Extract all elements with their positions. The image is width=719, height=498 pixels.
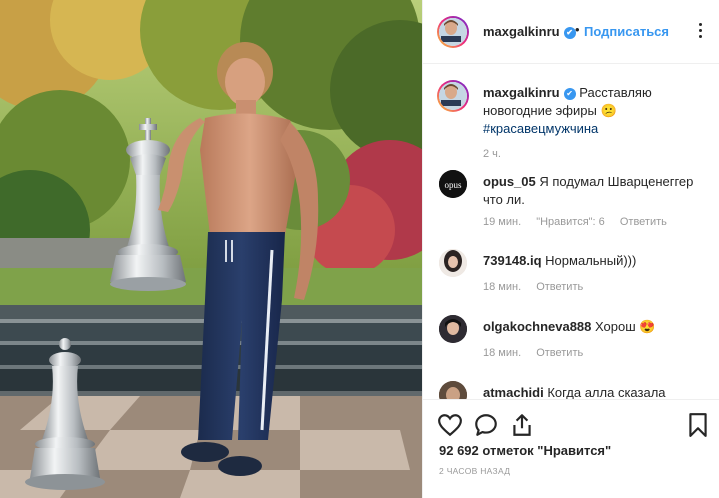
header-avatar[interactable]: [437, 16, 469, 48]
comment-text-block: opus_05 Я подумал Шварценеггер что ли.: [483, 173, 705, 209]
avatar-image: [439, 315, 467, 343]
header-username[interactable]: maxgalkinru: [483, 24, 560, 39]
post-photo-illustration: [0, 0, 422, 498]
caption-username[interactable]: maxgalkinru: [483, 85, 560, 100]
post-actions-bar: 92 692 отметок "Нравится" 2 ЧАСОВ НАЗАД: [423, 399, 719, 498]
verified-icon: ✔: [563, 87, 576, 100]
comment-username[interactable]: olgakochneva888: [483, 319, 591, 334]
avatar-image: [439, 381, 467, 399]
reply-button[interactable]: Ответить: [620, 216, 667, 228]
avatar-image: [439, 82, 463, 108]
comment-avatar[interactable]: [439, 249, 467, 277]
comment-item: opus opus_05 Я подумал Шварценеггер что …: [439, 170, 709, 236]
more-options-icon[interactable]: [693, 22, 709, 38]
avatar-image: [439, 249, 467, 277]
comment-username[interactable]: atmachidi: [483, 385, 544, 399]
caption-time[interactable]: 2 ч.: [483, 148, 501, 160]
comment-time[interactable]: 18 мин.: [483, 281, 521, 293]
avatar-image: opus: [439, 170, 467, 198]
comment-time[interactable]: 19 мин.: [483, 216, 521, 228]
header-username-row[interactable]: maxgalkinru ✔: [483, 24, 576, 39]
likes-count[interactable]: 92 692 отметок "Нравится": [439, 443, 611, 458]
comment-item: atmachidi Когда алла сказала: [439, 381, 709, 399]
comment-likes[interactable]: "Нравится": 6: [536, 216, 605, 228]
caption-meta: 2 ч.: [483, 148, 513, 160]
caption-text-block: maxgalkinru ✔ Расставляю новогодние эфиры…: [483, 84, 705, 138]
comment-text-block: atmachidi Когда алла сказала: [483, 384, 705, 399]
reply-button[interactable]: Ответить: [536, 281, 583, 293]
caption-avatar[interactable]: [437, 80, 469, 112]
avatar-image: [439, 18, 463, 44]
comment-text-block: olgakochneva888 Хорош 😍: [483, 318, 705, 336]
share-icon[interactable]: [509, 412, 535, 438]
comment-avatar[interactable]: [439, 381, 467, 399]
comment-icon[interactable]: [473, 412, 499, 438]
follow-button[interactable]: Подписаться: [584, 24, 669, 39]
comment-emoji: 😍: [639, 319, 656, 334]
post-timestamp[interactable]: 2 ЧАСОВ НАЗАД: [439, 466, 510, 476]
comment-text: Хорош: [595, 319, 636, 334]
heart-icon[interactable]: [437, 412, 463, 438]
bookmark-icon[interactable]: [685, 412, 711, 438]
comment-meta: 18 мин. Ответить: [483, 281, 595, 293]
comment-username[interactable]: 739148.iq: [483, 253, 542, 268]
comment-item: olgakochneva888 Хорош 😍 18 мин. Ответить: [439, 315, 709, 365]
header-separator: •: [575, 22, 580, 37]
svg-text:opus: opus: [444, 180, 462, 190]
caption: maxgalkinru ✔ Расставляю новогодние эфиры…: [437, 80, 709, 172]
post-side-panel: maxgalkinru ✔ • Подписаться maxgalkinru …: [422, 0, 719, 498]
caption-emoji: 😕: [600, 103, 617, 118]
post-header: maxgalkinru ✔ • Подписаться: [423, 0, 719, 64]
comment-time[interactable]: 18 мин.: [483, 347, 521, 359]
comment-meta: 18 мин. Ответить: [483, 347, 595, 359]
comment-avatar[interactable]: opus: [439, 170, 467, 198]
verified-icon: ✔: [563, 26, 576, 39]
reply-button[interactable]: Ответить: [536, 347, 583, 359]
comment-username[interactable]: opus_05: [483, 174, 536, 189]
comment-text: Нормальный))): [545, 253, 637, 268]
comment-text: Когда алла сказала: [547, 385, 666, 399]
comment-meta: 19 мин. "Нравится": 6 Ответить: [483, 216, 679, 228]
comment-item: 739148.iq Нормальный))) 18 мин. Ответить: [439, 249, 709, 299]
comment-text-block: 739148.iq Нормальный))): [483, 252, 705, 270]
post-photo[interactable]: [0, 0, 422, 498]
comments-list[interactable]: maxgalkinru ✔ Расставляю новогодние эфиры…: [423, 65, 719, 399]
comment-avatar[interactable]: [439, 315, 467, 343]
caption-hashtag[interactable]: #красавецмужчина: [483, 121, 598, 136]
